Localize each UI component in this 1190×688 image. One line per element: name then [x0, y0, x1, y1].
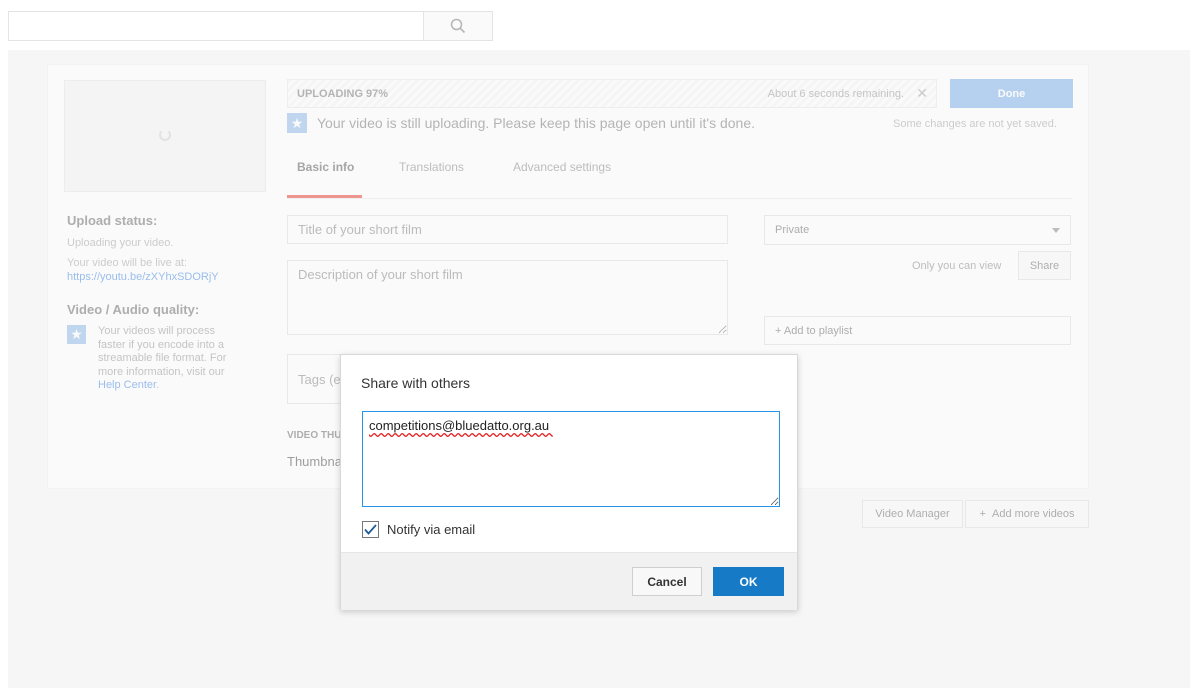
tab-translations[interactable]: Translations	[399, 160, 464, 174]
search-icon	[450, 18, 466, 34]
help-center-link[interactable]: Help Center	[98, 379, 156, 391]
upload-progress-bar: UPLOADING 97% About 6 seconds remaining.…	[287, 79, 937, 108]
search-button[interactable]	[423, 11, 493, 41]
star-icon: ★	[287, 113, 307, 133]
video-thumbnails-heading: VIDEO THU	[287, 430, 342, 441]
video-link[interactable]: https://youtu.be/zXYhxSDORjY	[67, 271, 219, 283]
add-more-videos-label: Add more videos	[992, 508, 1075, 520]
add-more-videos-button[interactable]: + Add more videos	[965, 500, 1089, 528]
thumbnail-text: Thumbna	[287, 454, 342, 469]
video-manager-button[interactable]: Video Manager	[862, 500, 963, 528]
upload-notice-text: Your video is still uploading. Please ke…	[317, 115, 756, 131]
video-preview	[64, 80, 266, 192]
share-dialog: Share with others Notify via email Cance…	[340, 354, 798, 610]
search-input[interactable]	[8, 11, 424, 41]
add-to-playlist-button[interactable]: + Add to playlist	[764, 316, 1071, 345]
dialog-footer: Cancel OK	[341, 552, 797, 610]
privacy-value: Private	[775, 224, 810, 236]
dialog-title: Share with others	[361, 375, 470, 391]
notify-row[interactable]: Notify via email	[362, 521, 475, 538]
tab-bar: Basic info Translations Advanced setting…	[287, 158, 1072, 199]
upload-status-text: Uploading your video.	[67, 237, 174, 249]
share-emails-input[interactable]	[362, 411, 780, 507]
upload-progress-label: UPLOADING 97%	[297, 88, 389, 100]
done-button[interactable]: Done	[950, 79, 1073, 108]
ok-button[interactable]: OK	[713, 567, 784, 596]
chevron-down-icon	[1052, 228, 1060, 233]
quality-heading: Video / Audio quality:	[67, 302, 200, 317]
description-input[interactable]	[287, 260, 728, 335]
check-icon	[364, 524, 377, 535]
notify-label: Notify via email	[387, 522, 476, 537]
upload-remaining-text: About 6 seconds remaining.	[767, 88, 904, 100]
loading-spinner-icon	[159, 129, 171, 141]
plus-icon: +	[979, 508, 986, 520]
upload-status-heading: Upload status:	[67, 213, 158, 228]
title-input[interactable]	[287, 215, 728, 244]
star-icon: ★	[67, 325, 86, 344]
notify-checkbox[interactable]	[362, 521, 379, 538]
upload-status-panel: Upload status: Uploading your video. You…	[67, 213, 242, 393]
active-tab-indicator	[287, 195, 362, 198]
tab-advanced-settings[interactable]: Advanced settings	[513, 160, 611, 174]
share-button[interactable]: Share	[1018, 251, 1071, 280]
close-icon[interactable]: ✕	[916, 85, 928, 102]
upload-notice: ★ Your video is still uploading. Please …	[287, 113, 755, 133]
quality-text: Your videos will process faster if you e…	[98, 325, 227, 391]
tab-basic-info[interactable]: Basic info	[297, 160, 354, 174]
live-at-text: Your video will be live at:	[67, 257, 188, 269]
unsaved-changes-text: Some changes are not yet saved.	[893, 118, 1057, 130]
privacy-select[interactable]: Private	[764, 215, 1071, 245]
cancel-button[interactable]: Cancel	[632, 567, 702, 596]
visibility-note: Only you can view	[912, 260, 1002, 272]
top-bar	[0, 0, 1190, 50]
